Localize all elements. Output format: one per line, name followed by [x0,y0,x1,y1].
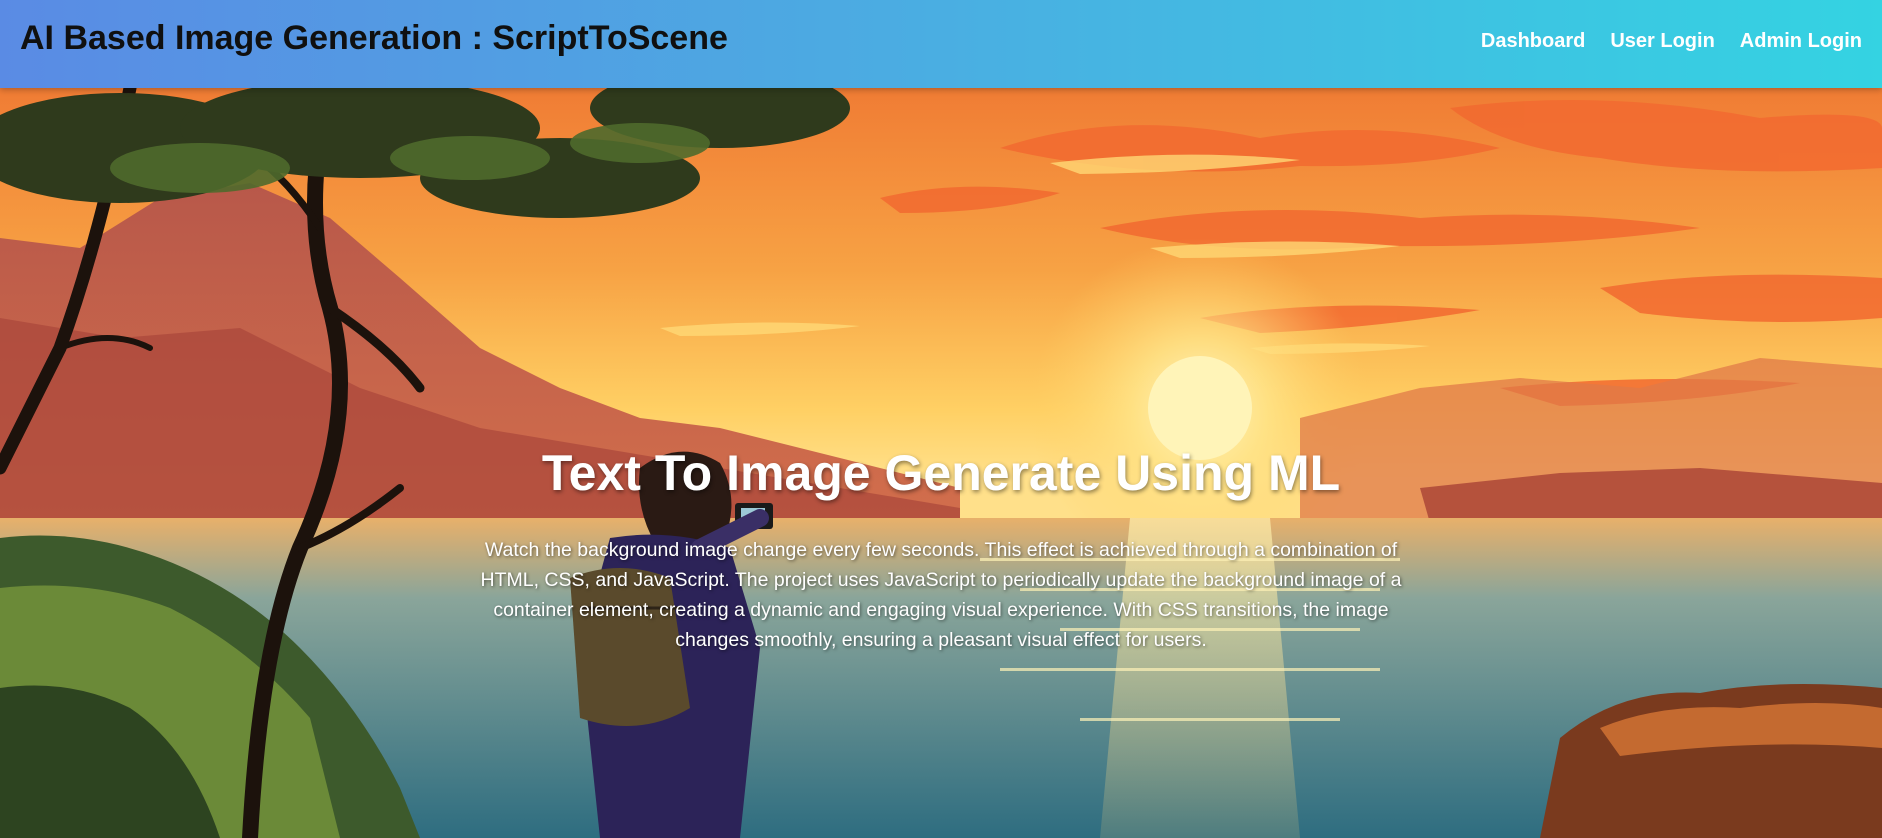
hero-content: Text To Image Generate Using ML Watch th… [0,88,1882,838]
site-title: AI Based Image Generation : ScriptToScen… [20,19,728,57]
nav-link-dashboard[interactable]: Dashboard [1481,30,1585,53]
nav-link-admin-login[interactable]: Admin Login [1740,30,1862,53]
nav-links: Dashboard User Login Admin Login [1481,30,1862,53]
hero-title: Text To Image Generate Using ML [541,445,1341,501]
top-navbar: AI Based Image Generation : ScriptToScen… [0,0,1882,88]
nav-link-user-login[interactable]: User Login [1610,30,1714,53]
hero-section: Text To Image Generate Using ML Watch th… [0,88,1882,838]
hero-description: Watch the background image change every … [480,539,1402,651]
